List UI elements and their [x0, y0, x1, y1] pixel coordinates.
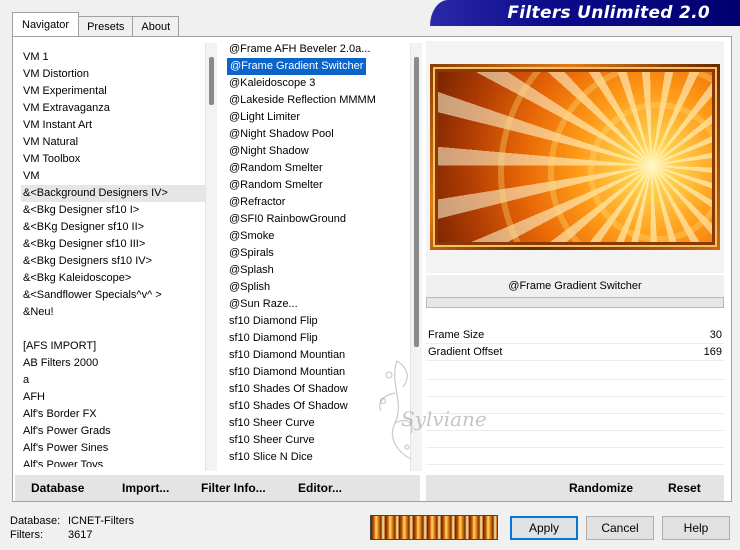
category-scrollbar[interactable] [205, 43, 217, 471]
filter-info-button[interactable]: Filter Info... [201, 481, 266, 495]
filter-item[interactable]: @Light Limiter [227, 109, 417, 126]
watermark-text: Sylviane [401, 407, 487, 431]
filter-item[interactable]: @Splash [227, 262, 417, 279]
filter-item[interactable]: @Frame Gradient Switcher [227, 58, 367, 75]
filter-item[interactable]: @Random Smelter [227, 160, 417, 177]
status-area: Database: ICNET-Filters Filters: 3617 [10, 514, 134, 542]
category-item[interactable]: AB Filters 2000 [21, 355, 205, 372]
import-button[interactable]: Import... [122, 481, 169, 495]
filter-item[interactable]: sf10 Slice N Dice [227, 466, 417, 467]
category-item[interactable]: AFH [21, 389, 205, 406]
preview-area [426, 41, 724, 273]
filter-item[interactable]: @Spirals [227, 245, 417, 262]
param-name: Frame Size [428, 329, 485, 341]
preview-image [438, 72, 712, 242]
category-item[interactable]: VM Instant Art [21, 117, 205, 134]
category-item[interactable]: Alf's Power Sines [21, 440, 205, 457]
category-item[interactable]: VM Natural [21, 134, 205, 151]
reset-button[interactable]: Reset [668, 481, 701, 495]
category-item[interactable]: &<Bkg Designers sf10 IV> [21, 253, 205, 270]
filter-item[interactable]: @Smoke [227, 228, 417, 245]
progress-bar [426, 297, 724, 308]
tab-bar: Navigator Presets About [12, 12, 180, 36]
category-item[interactable]: &<Bkg Kaleidoscope> [21, 270, 205, 287]
selected-filter-title: @Frame Gradient Switcher [426, 275, 724, 297]
category-item[interactable]: VM Extravaganza [21, 100, 205, 117]
param-value: 169 [703, 346, 722, 358]
category-item[interactable] [21, 321, 205, 338]
filter-item[interactable]: sf10 Diamond Flip [227, 330, 417, 347]
category-item[interactable]: VM [21, 168, 205, 185]
preview-frame [430, 64, 720, 250]
category-item[interactable]: &<Background Designers IV> [21, 185, 205, 202]
category-item[interactable]: VM Experimental [21, 83, 205, 100]
navigator-toolbar: Database Import... Filter Info... Editor… [15, 475, 420, 501]
category-item[interactable]: &<Bkg Designer sf10 III> [21, 236, 205, 253]
category-scrollbar-thumb[interactable] [209, 57, 214, 105]
filter-item[interactable]: @SFI0 RainbowGround [227, 211, 417, 228]
filter-item[interactable]: @Kaleidoscope 3 [227, 75, 417, 92]
category-item[interactable]: [AFS IMPORT] [21, 338, 205, 355]
filters-count-label: Filters: [10, 529, 43, 541]
parameter-toolbar: Randomize Reset [426, 475, 724, 501]
filter-item[interactable]: @Night Shadow [227, 143, 417, 160]
filter-item[interactable]: @Lakeside Reflection MMMM [227, 92, 417, 109]
param-frame-size[interactable]: Frame Size 30 [426, 327, 724, 344]
category-item[interactable]: VM Distortion [21, 66, 205, 83]
filter-item[interactable]: @Night Shadow Pool [227, 126, 417, 143]
navigator-panel: VM 1 VM Distortion VM Experimental VM Extra… [12, 36, 732, 502]
filters-count-value: 3617 [68, 529, 93, 541]
category-item[interactable]: VM 1 [21, 49, 205, 66]
param-value: 30 [709, 329, 722, 341]
tab-about[interactable]: About [132, 16, 180, 36]
banner-title: Filters Unlimited 2.0 [507, 3, 710, 23]
filter-item[interactable]: @Sun Raze... [227, 296, 417, 313]
filter-item[interactable]: @Random Smelter [227, 177, 417, 194]
filter-item[interactable]: sf10 Diamond Flip [227, 313, 417, 330]
category-list[interactable]: VM 1 VM Distortion VM Experimental VM Extra… [21, 49, 205, 467]
filter-scrollbar-thumb[interactable] [414, 57, 419, 347]
filter-item[interactable]: @Frame AFH Beveler 2.0a... [227, 41, 417, 58]
gradient-preview-strip [370, 515, 498, 540]
category-item[interactable]: VM Toolbox [21, 151, 205, 168]
title-banner: Filters Unlimited 2.0 [430, 0, 740, 26]
filter-item[interactable]: @Splish [227, 279, 417, 296]
help-button[interactable]: Help [662, 516, 730, 540]
watermark: Sylviane [359, 353, 499, 465]
randomize-button[interactable]: Randomize [569, 481, 633, 495]
category-item[interactable]: Alf's Power Grads [21, 423, 205, 440]
editor-button[interactable]: Editor... [298, 481, 342, 495]
filter-item[interactable]: @Refractor [227, 194, 417, 211]
category-item[interactable]: Alf's Power Toys [21, 457, 205, 467]
tab-presets[interactable]: Presets [78, 16, 134, 36]
tab-navigator[interactable]: Navigator [12, 12, 80, 36]
cancel-button[interactable]: Cancel [586, 516, 654, 540]
database-label: Database: [10, 515, 61, 527]
category-item[interactable]: &<Sandflower Specials^v^ > [21, 287, 205, 304]
apply-button[interactable]: Apply [510, 516, 578, 540]
database-value: ICNET-Filters [68, 515, 134, 527]
category-item[interactable]: &Neu! [21, 304, 205, 321]
category-item[interactable]: Alf's Border FX [21, 406, 205, 423]
category-item[interactable]: &<BKg Designer sf10 II> [21, 219, 205, 236]
database-button[interactable]: Database [31, 481, 84, 495]
category-item[interactable]: a [21, 372, 205, 389]
category-item[interactable]: &<Bkg Designer sf10 I> [21, 202, 205, 219]
